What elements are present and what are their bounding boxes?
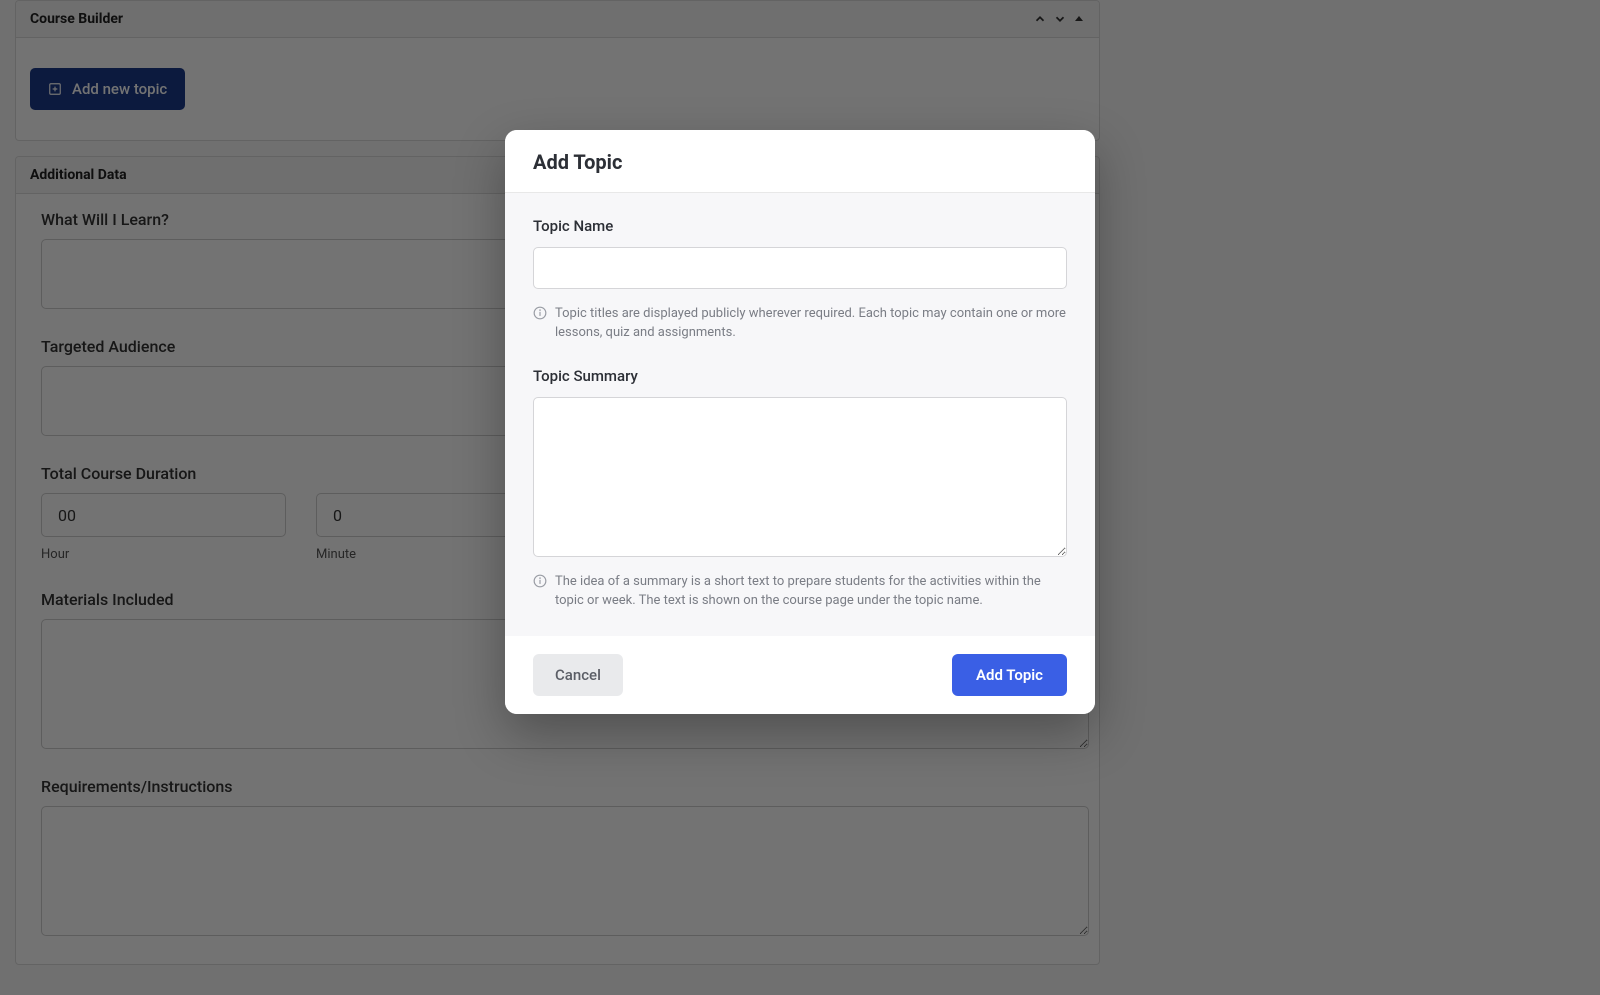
modal-overlay[interactable]: Add Topic Topic Name Topic titles are di… [0, 0, 1600, 995]
add-topic-confirm-button[interactable]: Add Topic [952, 654, 1067, 696]
cancel-button[interactable]: Cancel [533, 654, 623, 696]
modal-title: Add Topic [533, 150, 1067, 174]
topic-name-label: Topic Name [533, 217, 1067, 235]
topic-name-input[interactable] [533, 247, 1067, 289]
topic-summary-hint: The idea of a summary is a short text to… [555, 573, 1067, 611]
topic-summary-input[interactable] [533, 397, 1067, 557]
add-topic-modal: Add Topic Topic Name Topic titles are di… [505, 130, 1095, 714]
topic-name-hint: Topic titles are displayed publicly wher… [555, 305, 1067, 343]
topic-summary-label: Topic Summary [533, 367, 1067, 385]
info-icon [533, 306, 547, 343]
info-icon [533, 574, 547, 611]
